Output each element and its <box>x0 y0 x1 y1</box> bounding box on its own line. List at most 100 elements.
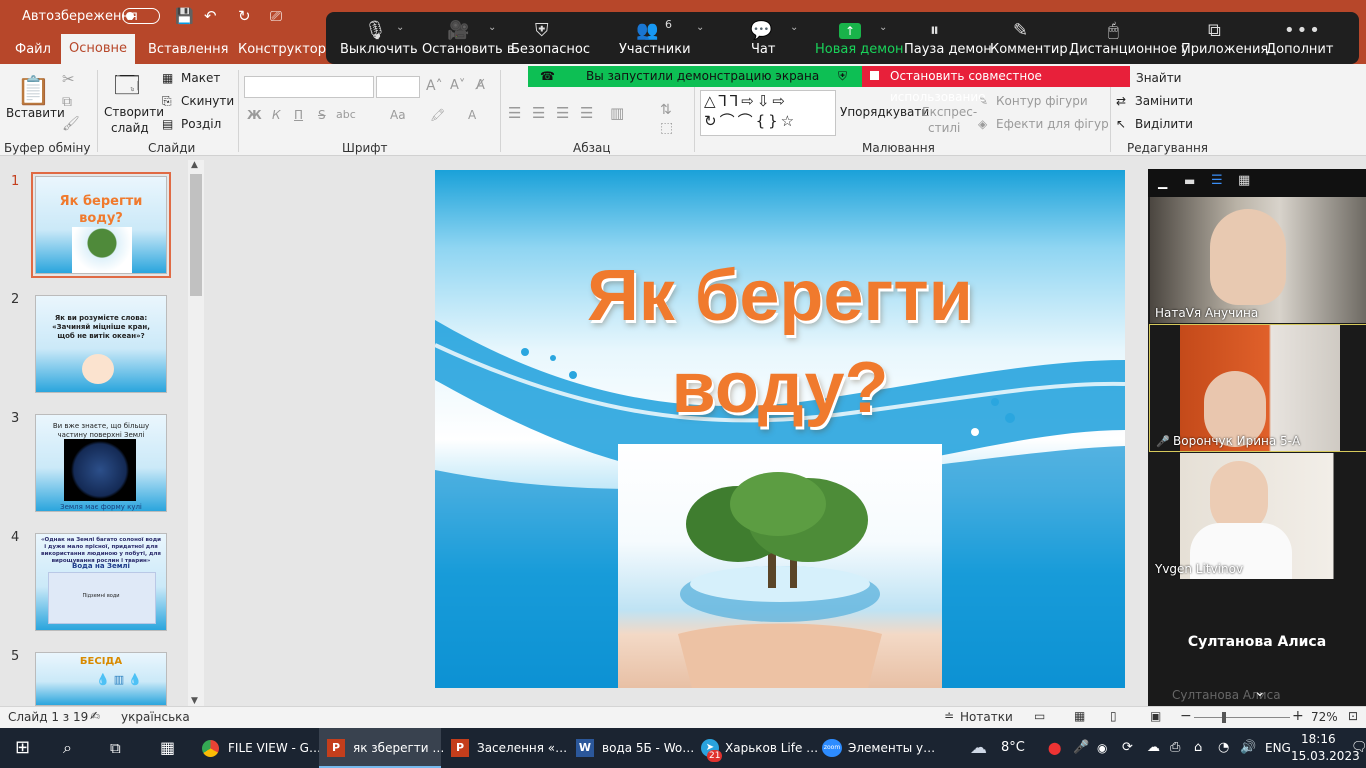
section-button[interactable]: Розділ <box>181 117 221 131</box>
chevron-down-icon[interactable]: ⌄ <box>488 22 496 33</box>
search-icon[interactable]: ⌕ <box>63 728 72 768</box>
input-language[interactable]: ENG <box>1265 728 1291 768</box>
shapes-gallery[interactable]: △⅂⅂⇨⇩⇨ ↻⌒⌒{}☆ <box>700 90 836 136</box>
undo-icon[interactable]: ↶ <box>204 7 217 25</box>
zoom-out-icon[interactable]: − <box>1180 708 1192 724</box>
replace-button[interactable]: Замінити <box>1135 94 1193 108</box>
find-button[interactable]: Знайти <box>1136 71 1181 85</box>
italic-button[interactable]: К <box>272 108 281 122</box>
security-button[interactable]: Безопаснос <box>511 42 590 57</box>
more-button[interactable]: Дополнит <box>1266 42 1333 57</box>
align-right-icon[interactable]: ☰ <box>556 104 569 122</box>
zoom-level[interactable]: 72% <box>1311 710 1338 724</box>
tab-insert[interactable]: Вставлення <box>148 42 228 57</box>
tab-home[interactable]: Основне <box>61 34 135 64</box>
spellcheck-icon[interactable]: ✍ <box>90 709 100 723</box>
slide-title[interactable]: Як берегти воду? <box>435 250 1125 434</box>
slideshow-icon[interactable]: ▣ <box>1150 709 1161 723</box>
mute-button[interactable]: Выключить <box>340 42 418 57</box>
effects-button[interactable]: Ефекти для фігур <box>996 117 1109 131</box>
task-view-icon[interactable]: ⧉ <box>110 728 121 768</box>
zoom-in-icon[interactable]: + <box>1292 708 1304 724</box>
chevron-down-icon[interactable]: ⌄ <box>790 22 798 33</box>
minimize-icon[interactable]: ▁ <box>1158 175 1167 189</box>
shield-icon[interactable]: ⛨ <box>535 20 549 41</box>
apps-button[interactable]: Приложения <box>1181 42 1268 57</box>
case-button[interactable]: Аа <box>390 108 406 122</box>
shrink-font-icon[interactable]: A˅ <box>450 78 465 93</box>
align-center-icon[interactable]: ☰ <box>532 104 545 122</box>
weather-icon[interactable]: ☁ <box>970 728 987 768</box>
zoom-slider-thumb[interactable] <box>1222 712 1226 723</box>
font-color-button[interactable]: А <box>468 108 476 122</box>
font-name-combo[interactable] <box>244 76 374 98</box>
taskbar-item-telegram[interactable]: ➤ 21 Харьков Life … <box>695 728 818 768</box>
normal-view-icon[interactable]: ▭ <box>1034 709 1045 723</box>
font-size-combo[interactable] <box>376 76 420 98</box>
fit-slide-icon[interactable]: ⊡ <box>1348 709 1358 723</box>
tray-app-icon[interactable]: ⟳ <box>1122 728 1133 768</box>
new-slide-label-2[interactable]: слайд <box>111 121 149 135</box>
paste-button[interactable]: Вставити <box>6 106 65 120</box>
chat-icon[interactable]: 💬 <box>750 20 772 41</box>
present-icon[interactable]: ⎚ <box>270 7 282 25</box>
chat-button[interactable]: Чат <box>751 42 775 57</box>
network-icon[interactable]: ⌂ <box>1194 728 1202 768</box>
tab-file[interactable]: Файл <box>15 42 51 57</box>
autosave-toggle[interactable] <box>122 8 160 24</box>
gallery-strip-icon[interactable]: ▬ <box>1184 174 1195 188</box>
pen-icon[interactable]: ✎ <box>1013 20 1028 41</box>
participant-video[interactable]: Yvgen Litvinov <box>1150 453 1366 579</box>
main-slide[interactable]: Як берегти воду? <box>435 170 1125 688</box>
taskbar-item-chrome[interactable]: FILE VIEW - G… <box>196 728 321 768</box>
pause-share-button[interactable]: Пауза демон <box>904 42 992 57</box>
speaker-view-icon[interactable]: ☰ <box>1211 173 1223 188</box>
slide-thumbnail-2[interactable]: Як ви розумієте слова: «Зачиняй міцніше … <box>35 295 167 393</box>
notes-button[interactable]: Нотатки <box>960 710 1013 724</box>
stop-video-button[interactable]: Остановить в <box>422 42 515 57</box>
smartart-icon[interactable]: ⬚ <box>660 120 673 136</box>
notifications-icon[interactable]: 🗨 <box>1351 728 1366 768</box>
reading-view-icon[interactable]: ▯ <box>1110 709 1117 723</box>
participants-icon[interactable]: 👥 <box>636 20 658 41</box>
apps-icon[interactable]: ⧉ <box>1208 20 1221 41</box>
slide-thumbnail-4[interactable]: «Однак на Землі багато солоної води і ду… <box>35 533 167 631</box>
chevron-down-icon[interactable]: ⌄ <box>879 22 887 33</box>
tab-design[interactable]: Конструктор <box>238 42 326 57</box>
taskbar-item-powerpoint[interactable]: P як зберегти … <box>319 728 444 768</box>
layout-button[interactable]: Макет <box>181 71 220 85</box>
notification-badge-icon[interactable]: ⬤ <box>1048 728 1061 768</box>
participant-video[interactable]: НатаVя Анучина <box>1150 197 1366 323</box>
chevron-down-icon[interactable]: ⌄ <box>1254 684 1266 700</box>
align-left-icon[interactable]: ☰ <box>508 104 521 122</box>
remote-control-icon[interactable]: 🖱 <box>1108 20 1119 41</box>
scroll-down-icon[interactable]: ▼ <box>191 696 198 706</box>
wifi-icon[interactable]: ◔ <box>1218 728 1229 768</box>
columns-icon[interactable]: ▥ <box>610 104 624 122</box>
scroll-up-icon[interactable]: ▲ <box>191 160 198 170</box>
remote-control-button[interactable]: Дистанционное у <box>1069 42 1189 57</box>
clear-format-icon[interactable]: A̸ <box>476 78 485 93</box>
more-icon[interactable]: ••• <box>1284 20 1322 41</box>
spacing-button[interactable]: abc <box>336 108 356 121</box>
share-screen-icon[interactable]: ↑ <box>839 23 861 39</box>
paste-icon[interactable]: 📋 <box>16 74 51 107</box>
tree-in-hands-image[interactable] <box>618 444 942 688</box>
participants-button[interactable]: Участники <box>619 42 691 57</box>
redo-icon[interactable]: ↻ <box>238 7 251 25</box>
copy-icon[interactable]: ⧉ <box>62 94 72 110</box>
taskbar-item-zoom[interactable]: zoom Элементы у… <box>818 728 936 768</box>
windows-start-icon[interactable]: ⊞ <box>15 728 30 768</box>
microphone-icon[interactable]: 🎙 <box>364 20 387 41</box>
stop-sharing-button[interactable]: Остановить совместное использование <box>862 66 1130 104</box>
grow-font-icon[interactable]: A˄ <box>426 78 443 94</box>
calculator-icon[interactable]: ▦ <box>160 728 175 768</box>
slide-thumbnail-3[interactable]: Ви вже знаєте, що більшу частину поверхн… <box>35 414 167 512</box>
volume-icon[interactable]: 🔊 <box>1240 728 1256 768</box>
cut-icon[interactable]: ✂ <box>62 70 75 88</box>
new-slide-icon[interactable]: 🗔 <box>114 68 140 109</box>
video-camera-icon[interactable]: 🎥 <box>447 20 469 41</box>
printer-icon[interactable]: ⎙ <box>1170 728 1180 768</box>
annotate-button[interactable]: Комментир <box>990 42 1068 57</box>
text-direction-icon[interactable]: ⇅ <box>660 102 672 118</box>
